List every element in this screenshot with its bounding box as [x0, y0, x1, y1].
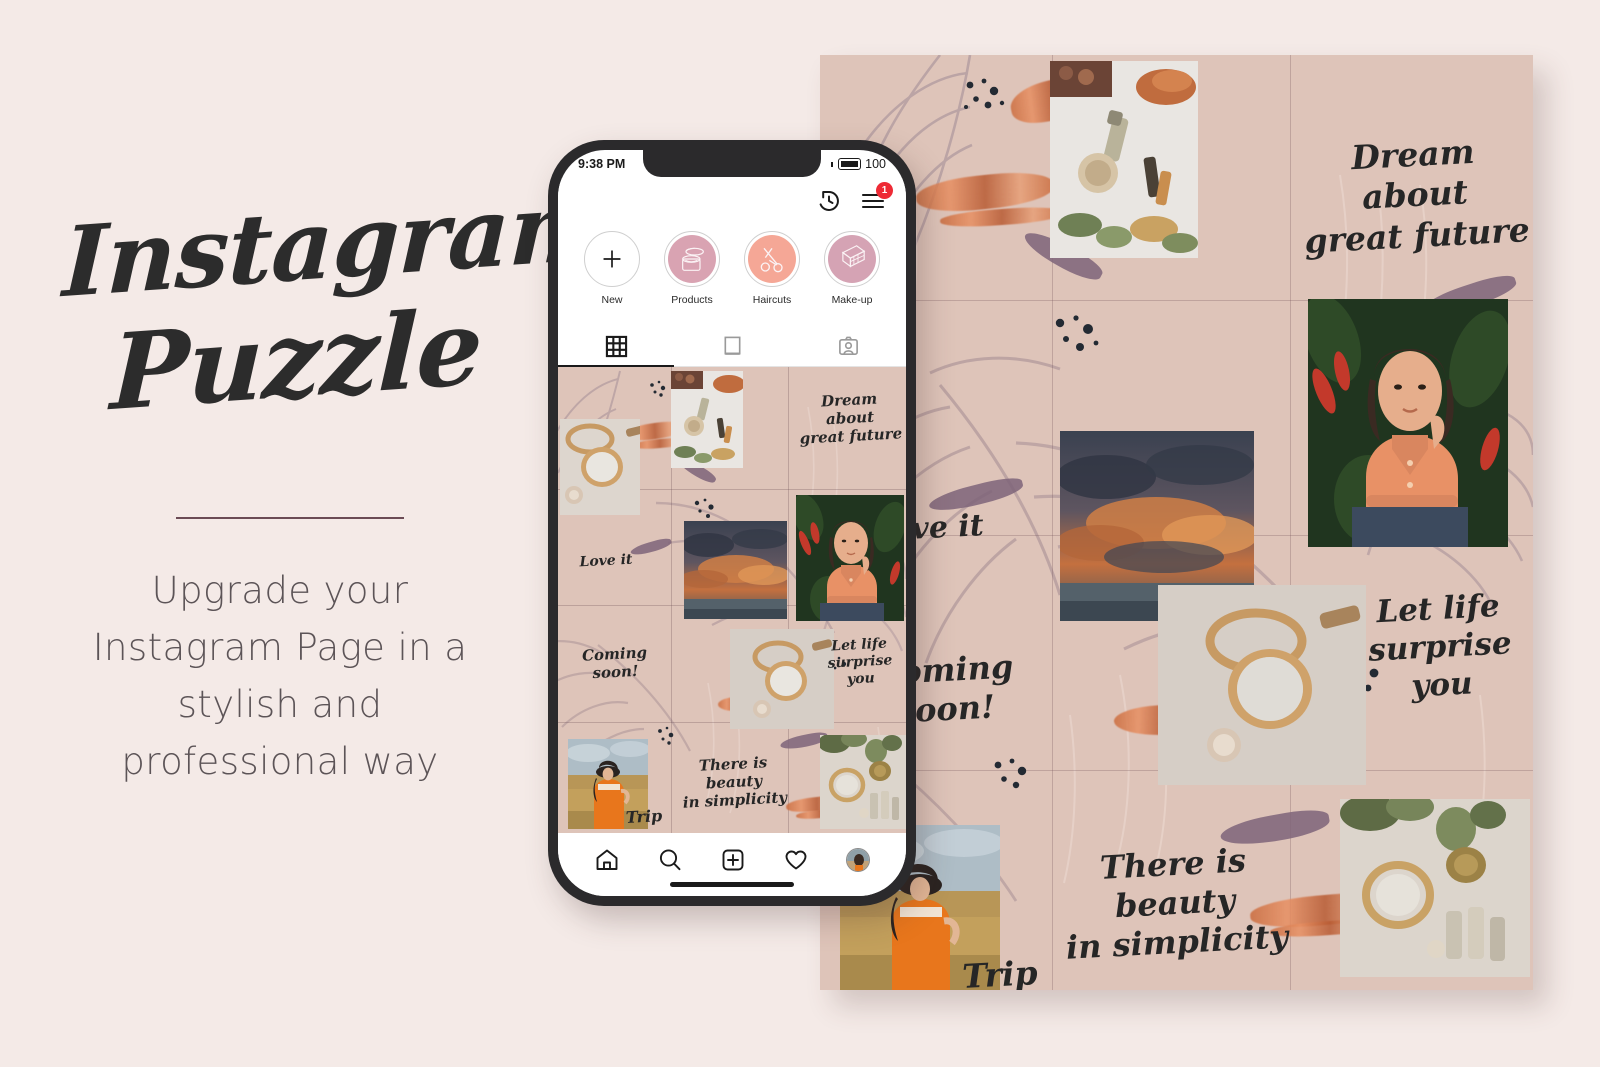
tab-tagged[interactable] [790, 327, 906, 366]
story-highlight-new[interactable]: New [578, 231, 646, 306]
board-photo-compact-mirror [1158, 585, 1366, 785]
instagram-puzzle-board: Dream about great future Love it Coming … [820, 55, 1533, 990]
battery-nub [831, 161, 834, 167]
story-highlight-label: Products [671, 294, 713, 306]
phone-header-bar: 1 [558, 178, 906, 223]
tagged-person-icon [838, 336, 858, 355]
battery-level: 100 [865, 157, 886, 171]
left-intro-panel: Instagram Puzzle Upgrade your Instagram … [0, 0, 611, 1067]
board-quote-5: Trip [961, 953, 1039, 990]
feed-photo-jewelry-flatlay[interactable] [820, 735, 906, 829]
title-divider [176, 517, 404, 519]
dots-decoration [694, 498, 714, 518]
home-indicator-bar [670, 882, 794, 887]
page-subtitle: Upgrade your Instagram Page in a stylish… [92, 569, 468, 783]
portrait-icon [723, 336, 741, 355]
feed-quote-4: There is beauty in simplicity [682, 753, 788, 812]
scissors-icon [760, 247, 783, 273]
feed-quote-0: Dream about great future [799, 389, 903, 448]
board-photo-jewelry-flatlay [1340, 799, 1530, 977]
story-highlight-makeup[interactable]: Make-up [818, 231, 886, 306]
hamburger-menu-icon[interactable]: 1 [860, 181, 893, 214]
history-clock-icon[interactable] [816, 188, 842, 214]
page-title: Instagram Puzzle [55, 168, 611, 435]
story-highlight-circle [744, 231, 800, 287]
feed-quote-3: Let life surprise you [827, 635, 893, 688]
grid-icon [605, 335, 627, 358]
heart-icon[interactable] [783, 847, 809, 873]
board-photo-cosmetics-flatlay [1050, 61, 1198, 258]
home-icon[interactable] [594, 847, 620, 873]
cosmetic-jar-icon [682, 247, 704, 271]
story-highlight-label: New [601, 294, 623, 306]
tab-grid[interactable] [558, 327, 674, 367]
dots-decoration [964, 78, 1005, 109]
search-icon[interactable] [657, 847, 683, 873]
avatar-icon[interactable] [845, 847, 870, 872]
menu-notification-badge: 1 [876, 181, 893, 199]
feed-quote-2: Coming soon! [581, 643, 648, 683]
dots-decoration [994, 758, 1027, 789]
feed-photo-cosmetics-flatlay[interactable] [671, 371, 743, 468]
title-line-puzzle: Puzzle [108, 284, 484, 435]
story-highlight-circle [584, 231, 640, 287]
board-photo-woman-portrait [1308, 299, 1508, 547]
board-quote-4: There is beauty in simplicity [1065, 841, 1289, 967]
battery-icon [838, 158, 862, 170]
feed-photo-sunset-sky[interactable] [684, 521, 787, 619]
status-time: 9:38 PM [578, 157, 626, 171]
phone-screen: 9:38 PM 100 1 New Products Haircuts Make… [558, 150, 906, 896]
plus-square-icon[interactable] [720, 847, 746, 873]
dots-decoration [658, 726, 674, 745]
story-highlight-products[interactable]: Products [658, 231, 726, 306]
story-highlight-circle [664, 231, 720, 287]
tab-reels[interactable] [674, 327, 790, 366]
phone-notch [643, 150, 821, 177]
makeup-palette-icon [841, 244, 865, 268]
story-highlight-label: Haircuts [752, 294, 792, 306]
story-highlight-label: Make-up [831, 294, 873, 306]
profile-feed-grid: Dream about great future Love it Coming … [558, 367, 906, 833]
feed-quote-5: Trip [625, 806, 663, 827]
bottom-navigation-bar [558, 833, 906, 896]
story-highlights: New Products Haircuts Make-up [558, 223, 906, 327]
story-highlight-circle [824, 231, 880, 287]
dots-decoration [650, 380, 666, 397]
story-highlight-haircuts[interactable]: Haircuts [738, 231, 806, 306]
dots-decoration [1055, 315, 1099, 351]
feed-photo-woman-portrait[interactable] [796, 495, 904, 621]
feed-photo-compact-mirror-top[interactable] [560, 419, 640, 515]
profile-tabs [558, 327, 906, 367]
phone-mockup: 9:38 PM 100 1 New Products Haircuts Make… [548, 140, 916, 906]
plus-icon [603, 250, 621, 268]
board-quote-0: Dream about great future [1303, 131, 1531, 261]
board-quote-3: Let life surprise you [1367, 587, 1513, 705]
